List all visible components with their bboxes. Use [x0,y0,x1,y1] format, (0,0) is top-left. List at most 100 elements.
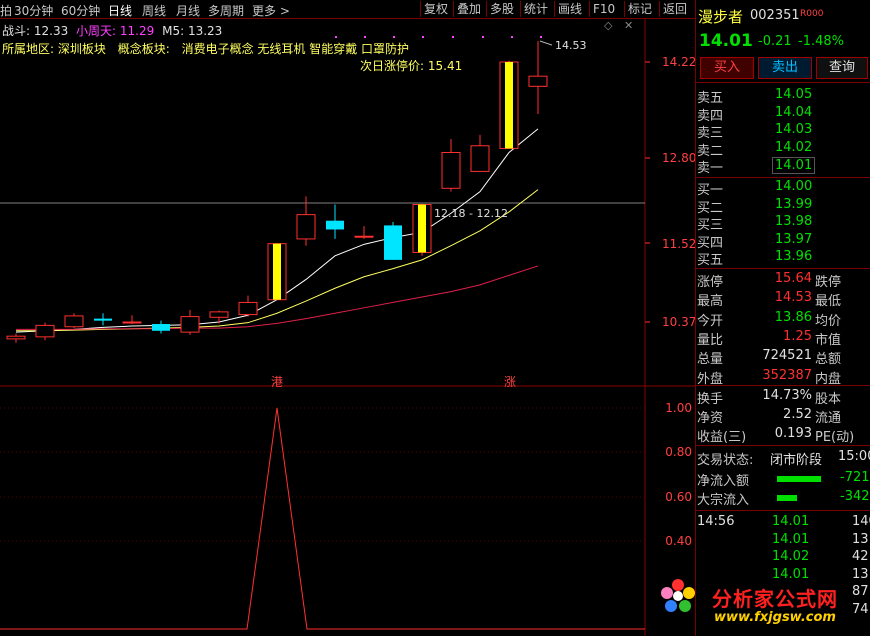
order-book-price[interactable]: 14.02 [775,140,812,155]
candle-body-up [209,311,229,318]
order-book-price[interactable]: 13.99 [775,197,812,212]
stock-name: 漫步者 [698,8,744,26]
tick-time: 14:56 [697,514,735,529]
candle-body-up [238,301,258,316]
order-book-label: 买二 [697,200,724,216]
zhang-marker: 涨 [504,375,517,389]
order-book-label: 买一 [697,183,724,198]
order-book-price[interactable]: 14.04 [775,105,812,120]
order-book-price[interactable]: 13.97 [775,232,812,247]
stat-value: 13.86 [774,309,812,325]
stat-label-2: 内盘 [815,371,842,387]
high-pointer [539,40,553,46]
candle-body-up [180,316,200,333]
order-book-label: 买四 [697,235,724,251]
flow-value-1: -7212 [840,470,870,485]
stat-label: 量比 [697,332,724,348]
stat-label-2: 市值 [815,332,842,348]
stat-label-2: 总额 [815,352,842,368]
candle-body-up [64,315,84,328]
order-book-price[interactable]: 13.98 [775,214,812,229]
stock-badge: R000 [800,9,824,19]
signal-dot [482,36,484,38]
candle-highlight [418,204,426,253]
axis-label-3: 11.52 [662,237,697,251]
sell-button[interactable]: 卖出 [758,57,812,79]
price-change-pct: -1.48% [798,34,844,49]
stat-label: 总量 [697,352,724,368]
signal-dot [422,36,424,38]
stat-value: 14.53 [774,290,812,306]
sub-axis-label-3: 0.60 [665,490,692,504]
order-book-price[interactable]: 14.00 [775,179,812,194]
order-book-label: 买三 [697,218,724,234]
stat-label-2: 最低 [815,294,842,310]
trade-state-time: 15:00 [838,449,870,464]
stat-value: 724521 [762,348,812,364]
candle-body-up [35,324,55,338]
stat2-label-2: PE(动) [815,430,855,445]
stat2-value: 14.73% [762,388,812,403]
stat-label: 最高 [697,294,724,310]
candle-body-down [384,225,402,260]
tick-vol: 13 [852,566,869,582]
watermark-logo [660,578,696,614]
stat-label: 涨停 [697,275,724,290]
flow-bar-2 [777,495,797,501]
candle-body-up [354,235,374,238]
tick-price: 14.02 [772,549,810,565]
signal-line [0,407,645,630]
stat-label-2: 均价 [815,313,842,329]
signal-dot [452,36,454,38]
stat-label: 外盘 [697,371,724,387]
tick-price: 14.01 [772,566,810,582]
tick-price: 14.01 [772,531,810,547]
order-book-label: 买五 [697,253,724,269]
buy-button[interactable]: 买入 [700,57,754,79]
sub-axis-label-1: 1.00 [665,401,692,415]
tick-vol: 42 [852,549,869,565]
tick-price: 14.01 [772,514,810,529]
stat-value: 352387 [762,367,812,383]
candle-body-up [470,145,490,172]
flow-bar-1 [777,476,821,482]
stat2-value: 2.52 [783,407,812,422]
candle-body-down [326,220,344,230]
axis-label-2: 12.80 [662,151,697,165]
order-book-label: 卖四 [697,108,724,124]
signal-dot [335,36,337,38]
candle-highlight [505,62,513,149]
order-book-price[interactable]: 14.01 [772,157,816,175]
order-book-price[interactable]: 14.05 [775,87,812,102]
signal-dot [393,36,395,38]
price-change: -0.21 [758,34,792,49]
query-button[interactable]: 查询 [816,57,868,79]
axis-label-1: 14.22 [662,55,697,69]
candle-highlight [273,243,281,300]
tick-vol: 74 [852,602,869,617]
signal-dot [511,36,513,38]
stat-value: 1.25 [783,328,812,344]
stat2-label-2: 流通 [815,411,842,426]
candle-body-up [6,335,26,340]
sub-axis-label-4: 0.40 [665,534,692,548]
order-book-price[interactable]: 13.96 [775,249,812,264]
flow-value-2: -3426 [840,489,870,504]
candle-body-up [122,321,142,324]
stat2-label: 收益(三) [697,430,747,445]
stat2-label: 净资 [697,411,724,426]
watermark-title: 分析家公式网 [712,587,838,611]
flower-icon [661,579,695,612]
stat-label: 今开 [697,313,724,329]
axis-label-4: 10.37 [662,315,697,329]
order-book-label: 卖五 [697,91,724,106]
candle-body-down [152,324,170,331]
signal-dot [364,36,366,38]
current-price: 14.01 [699,31,753,51]
tick-vol: 87 [852,584,869,600]
candle-body-up [528,75,548,87]
sub-axis-label-2: 0.80 [665,445,692,459]
order-book-price[interactable]: 14.03 [775,122,812,137]
range-annotation: 12.18 - 12.12 [434,207,508,220]
order-book-label: 卖一 [697,161,724,177]
